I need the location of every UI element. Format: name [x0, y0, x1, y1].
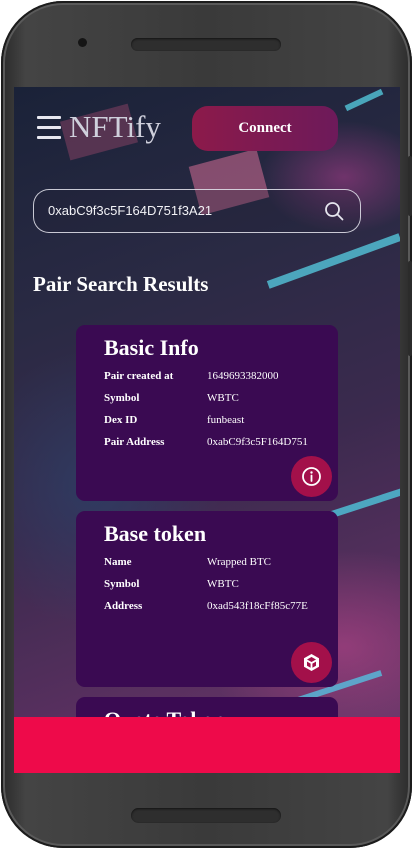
cube-icon [304, 654, 319, 671]
token-button[interactable] [291, 642, 332, 683]
background-decoration [266, 233, 400, 289]
info-value: 0xad543f18cFf85c77E [207, 600, 308, 612]
search-input-value: 0xabC9f3c5F164D751f3A21 [48, 203, 213, 218]
connect-button[interactable]: Connect [192, 106, 338, 151]
search-input[interactable]: 0xabC9f3c5F164D751f3A21 [33, 189, 361, 233]
info-value: 0xabC9f3c5F164D751 [207, 436, 308, 448]
info-value: funbeast [207, 414, 245, 426]
info-label: Name [104, 556, 132, 568]
power-button [408, 261, 412, 356]
info-label: Address [104, 600, 143, 612]
info-value: Wrapped BTC [207, 556, 272, 568]
info-label: Pair Address [104, 436, 165, 448]
info-icon [302, 467, 321, 486]
card-title: Base token [104, 521, 207, 546]
bottom-speaker [131, 808, 281, 823]
front-camera [78, 38, 87, 47]
phone-frame: NFTify Connect 0xabC9f3c5F164D751f3A21 P… [1, 1, 412, 848]
volume-button [408, 156, 412, 216]
info-value: WBTC [207, 578, 239, 590]
top-bar: NFTify Connect [14, 87, 400, 173]
base-token-card: Base token Name Wrapped BTC Symbol WBTC … [76, 511, 338, 687]
brand-logo: NFTify [69, 109, 161, 144]
info-label: Symbol [104, 578, 140, 590]
results-title: Pair Search Results [33, 272, 209, 296]
card-title: Basic Info [104, 335, 199, 360]
basic-info-card: Basic Info Pair created at 1649693382000… [76, 325, 338, 501]
hamburger-menu-icon[interactable] [37, 113, 61, 143]
earpiece-speaker [131, 38, 281, 51]
info-label: Dex ID [104, 414, 138, 426]
bottom-bar [14, 717, 400, 773]
info-label: Symbol [104, 392, 140, 404]
info-button[interactable] [291, 456, 332, 497]
info-value: WBTC [207, 392, 239, 404]
app-screen: NFTify Connect 0xabC9f3c5F164D751f3A21 P… [14, 87, 400, 773]
info-label: Pair created at [104, 370, 174, 382]
info-value: 1649693382000 [207, 370, 279, 382]
search-icon[interactable] [324, 201, 344, 221]
